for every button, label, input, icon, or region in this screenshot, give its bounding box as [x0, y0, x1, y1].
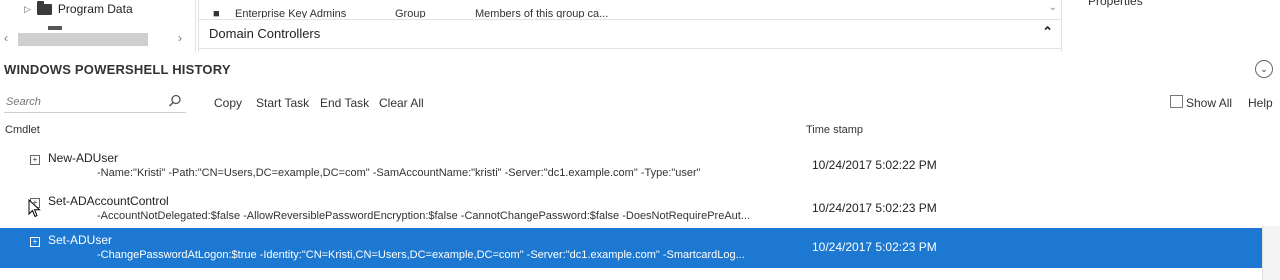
- folder-icon: [36, 0, 52, 15]
- show-all-checkbox[interactable]: [1170, 95, 1183, 108]
- grid-cell-type: Group: [395, 8, 426, 18]
- cmdlet-parameters: -Name:"Kristi" -Path:"CN=Users,DC=exampl…: [97, 167, 701, 179]
- scroll-right-icon[interactable]: ›: [178, 31, 182, 45]
- row-timestamp: 10/24/2017 5:02:23 PM: [812, 201, 937, 215]
- history-row-selected[interactable]: + Set-ADUser -ChangePasswordAtLogon:$tru…: [0, 228, 1262, 268]
- end-task-button[interactable]: End Task: [320, 96, 369, 110]
- row-timestamp: 10/24/2017 5:02:23 PM: [812, 240, 937, 254]
- horizontal-scrollbar[interactable]: ‹ ›: [4, 31, 190, 47]
- search-input[interactable]: [4, 92, 161, 112]
- panel-title: WINDOWS POWERSHELL HISTORY: [4, 62, 231, 77]
- navigation-pane: ▷ Program Data ‹ ›: [0, 0, 196, 52]
- grid-cell-name: Enterprise Key Admins: [235, 8, 347, 18]
- help-button[interactable]: Help: [1248, 96, 1273, 110]
- domain-controllers-section[interactable]: Domain Controllers ⌃: [199, 19, 1061, 49]
- grid-cell-description: Members of this group ca...: [475, 8, 609, 18]
- search-box: [4, 92, 186, 113]
- scroll-left-icon[interactable]: ‹: [4, 31, 8, 45]
- cmdlet-parameters: -AccountNotDelegated:$false -AllowRevers…: [97, 210, 750, 222]
- start-task-button[interactable]: Start Task: [256, 96, 309, 110]
- expand-icon[interactable]: +: [30, 237, 40, 247]
- cmdlet-name: Set-ADAccountControl: [48, 194, 169, 208]
- expand-icon[interactable]: +: [30, 155, 40, 165]
- chevron-up-icon[interactable]: ⌃: [1042, 24, 1053, 40]
- history-row[interactable]: + Set-ADAccountControl -AccountNotDelega…: [0, 189, 1262, 229]
- task-properties[interactable]: Properties: [1088, 0, 1143, 8]
- scroll-thumb[interactable]: [18, 33, 148, 46]
- row-timestamp: 10/24/2017 5:02:22 PM: [812, 158, 937, 172]
- column-header-timestamp[interactable]: Time stamp: [806, 124, 863, 136]
- tree-expand-icon[interactable]: ▷: [24, 4, 31, 15]
- grid-row[interactable]: ■ Enterprise Key Admins Group Members of…: [199, 0, 1061, 18]
- collapse-panel-icon[interactable]: ⌄: [1255, 60, 1273, 78]
- history-row[interactable]: + New-ADUser -Name:"Kristi" -Path:"CN=Us…: [0, 146, 1262, 186]
- cmdlet-name: Set-ADUser: [48, 233, 113, 247]
- cmdlet-name: New-ADUser: [48, 151, 119, 165]
- show-all-label[interactable]: Show All: [1186, 96, 1232, 110]
- section-title: Domain Controllers: [209, 26, 321, 41]
- mouse-cursor-icon: [28, 199, 41, 218]
- history-toolbar: Copy Start Task End Task Clear All Show …: [0, 90, 1280, 114]
- vertical-scrollbar[interactable]: [1262, 226, 1280, 280]
- chevron-down-icon[interactable]: ⌄: [1049, 2, 1057, 13]
- cmdlet-parameters: -ChangePasswordAtLogon:$true -Identity:"…: [97, 249, 745, 261]
- search-icon[interactable]: [168, 94, 182, 108]
- tree-item-program-data[interactable]: ▷ Program Data: [24, 0, 133, 16]
- group-icon: ■: [213, 8, 220, 18]
- objects-grid: ■ Enterprise Key Admins Group Members of…: [198, 0, 1062, 52]
- folder-icon: [48, 26, 62, 30]
- clear-all-button[interactable]: Clear All: [379, 96, 424, 110]
- top-strip: ▷ Program Data ‹ › ■ Enterprise Key Admi…: [0, 0, 1280, 52]
- column-header-cmdlet[interactable]: Cmdlet: [5, 124, 40, 136]
- tree-item-label: Program Data: [57, 2, 133, 16]
- tasks-pane: Properties: [1062, 0, 1280, 52]
- copy-button[interactable]: Copy: [214, 96, 242, 110]
